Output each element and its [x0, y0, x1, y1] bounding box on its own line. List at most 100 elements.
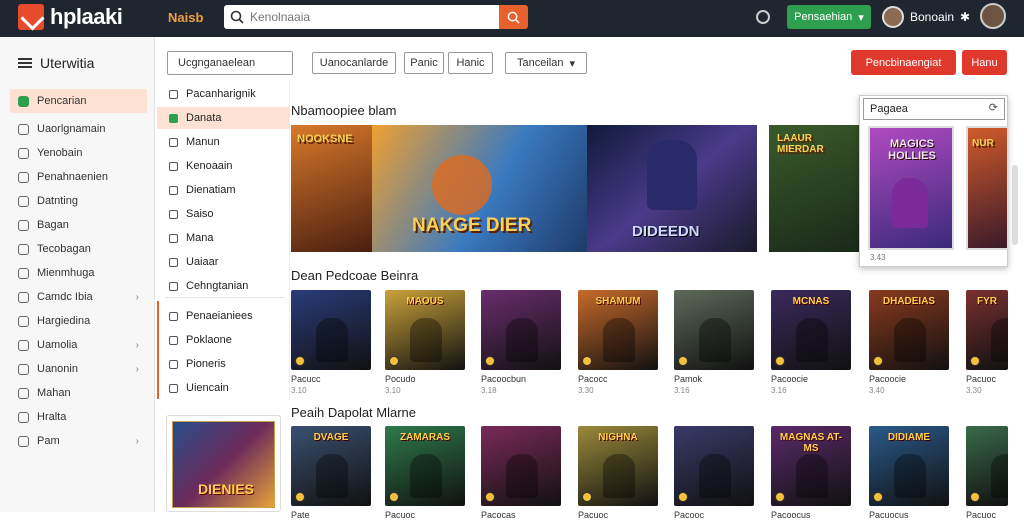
menu-item-4[interactable]: Kenoaain	[157, 155, 290, 177]
user-menu[interactable]: Bonoain ✱	[882, 6, 970, 28]
logo[interactable]: hplaaki	[18, 4, 123, 30]
sidebar-item-icon	[18, 243, 29, 255]
profile-avatar[interactable]	[980, 3, 1006, 29]
menu-item-2[interactable]: Danata	[157, 107, 290, 129]
sidebar-item-8[interactable]: Mienmhuga	[10, 261, 147, 285]
game-card[interactable]: ZAMARAS	[385, 426, 465, 506]
sidebar-item-1[interactable]: Pencarian	[10, 89, 147, 113]
search-input[interactable]	[250, 10, 480, 24]
menu-item-13[interactable]: Uiencain	[157, 377, 290, 399]
game-card[interactable]: NIGHNA	[578, 426, 658, 506]
game-card[interactable]	[966, 426, 1008, 506]
game-character	[699, 318, 731, 362]
menu-item-8[interactable]: Uaiaar	[157, 251, 290, 273]
menu-item-9[interactable]: Cehngtanian	[157, 275, 290, 297]
primary-action-button[interactable]: Pencbinaengiat	[851, 50, 956, 75]
game-card[interactable]: MAOUS	[385, 290, 465, 370]
game-card[interactable]: MCNAS	[771, 290, 851, 370]
promo-card[interactable]: DIENIES	[166, 415, 281, 512]
game-card-tag: ZAMARAS	[400, 432, 450, 443]
game-card-title[interactable]: Pacoocie	[869, 374, 906, 384]
search-box[interactable]	[224, 5, 499, 29]
sidebar-item-icon	[18, 387, 29, 399]
sidebar-item-9[interactable]: Camdc Ibia ›	[10, 285, 147, 309]
menu-item-10[interactable]: Penaeianiees	[157, 305, 290, 327]
search-icon	[507, 11, 520, 24]
menu-item-label: Penaeianiees	[186, 310, 253, 322]
game-badge-icon	[295, 492, 305, 502]
search-button[interactable]	[499, 5, 528, 29]
game-card-title[interactable]: Pacucc	[291, 374, 321, 384]
menu-item-icon	[169, 281, 178, 291]
game-card[interactable]: DIDIAME	[869, 426, 949, 506]
panel-card-2[interactable]: NUR	[966, 126, 1009, 250]
sidebar-item-3[interactable]: Yenobain	[10, 141, 147, 165]
sidebar-item-2[interactable]: Uaorlgnamain	[10, 117, 147, 141]
sidebar-item-14[interactable]: Hralta	[10, 405, 147, 429]
chevron-right-icon: ›	[135, 291, 139, 303]
menu-item-icon	[169, 137, 178, 147]
sidebar-header[interactable]: Uterwitia	[18, 55, 94, 71]
game-card[interactable]	[481, 426, 561, 506]
banner-3[interactable]: DIDEEDN	[587, 125, 757, 252]
game-card-title[interactable]: Pacoocbun	[481, 374, 526, 384]
sidebar-item-5[interactable]: Datnting	[10, 189, 147, 213]
game-card[interactable]: MAGNAS AT-MS	[771, 426, 851, 506]
filter-button-1[interactable]: Uanocanlarde	[312, 52, 396, 74]
game-card-title[interactable]: Pacoocie	[771, 374, 808, 384]
menu-item-11[interactable]: Poklaone	[157, 329, 290, 351]
game-card[interactable]: FYR	[966, 290, 1008, 370]
game-character	[506, 318, 538, 362]
sidebar-item-label: Uaorlgnamain	[37, 123, 106, 135]
menu-item-3[interactable]: Manun	[157, 131, 290, 153]
filter-button-2[interactable]: Panic	[404, 52, 444, 74]
sidebar-item-12[interactable]: Uanonin ›	[10, 357, 147, 381]
sidebar-item-15[interactable]: Pam ›	[10, 429, 147, 453]
game-card-title[interactable]: Pocudo	[385, 374, 416, 384]
sidebar-item-10[interactable]: Hargiedina	[10, 309, 147, 333]
menu-item-6[interactable]: Saiso	[157, 203, 290, 225]
avatar	[882, 6, 904, 28]
banner-4[interactable]: LAAUR MIERDAR	[769, 125, 859, 252]
menu-item-7[interactable]: Mana	[157, 227, 290, 249]
game-card[interactable]	[674, 290, 754, 370]
secondary-action-button[interactable]: Hanu	[962, 50, 1007, 75]
sidebar-item-label: Uanonin	[37, 363, 78, 375]
sort-dropdown[interactable]: Tanceilan ▾	[505, 52, 587, 74]
sidebar-item-icon	[18, 171, 29, 183]
banner-4-title: LAAUR MIERDAR	[777, 133, 824, 155]
game-card-title[interactable]: Pamok	[674, 374, 702, 384]
menu-item-5[interactable]: Dienatiam	[157, 179, 290, 201]
notification-icon[interactable]	[756, 10, 770, 24]
refresh-icon[interactable]: ⟳	[989, 101, 998, 114]
game-card[interactable]: DVAGE	[291, 426, 371, 506]
game-character	[796, 454, 828, 498]
banner-2[interactable]: NAKGE DIER	[372, 125, 587, 252]
game-card[interactable]	[674, 426, 754, 506]
game-card[interactable]: SHAMUM	[578, 290, 658, 370]
menu-item-label: Poklaone	[186, 334, 232, 346]
panel-card-1[interactable]: MAGICS HOLLIES	[868, 126, 954, 250]
scrollbar[interactable]	[1012, 165, 1018, 245]
top-link[interactable]: Naisb	[168, 10, 203, 25]
hamburger-icon[interactable]	[18, 58, 32, 68]
game-card[interactable]	[481, 290, 561, 370]
menu-item-12[interactable]: Pioneris	[157, 353, 290, 375]
game-card[interactable]: DHADEIAS	[869, 290, 949, 370]
menu-item-label: Danata	[186, 112, 222, 124]
panel-search-field[interactable]: Pagaea ⟳	[863, 98, 1005, 120]
sidebar-item-4[interactable]: Penahnaenien	[10, 165, 147, 189]
menu-item-1[interactable]: Pacanharignik	[157, 83, 290, 105]
sidebar-item-11[interactable]: Uamolia ›	[10, 333, 147, 357]
game-card-title[interactable]: Pacocc	[578, 374, 608, 384]
sidebar-item-13[interactable]: Mahan	[10, 381, 147, 405]
sidebar-item-6[interactable]: Bagan	[10, 213, 147, 237]
language-dropdown[interactable]: Pensaehian ▾	[787, 5, 871, 29]
filter-button-3[interactable]: Hanic	[448, 52, 493, 74]
banner-1[interactable]: NOOKSNE	[291, 125, 372, 252]
menu-item-label: Uiencain	[186, 382, 229, 394]
game-card[interactable]	[291, 290, 371, 370]
category-dropdown[interactable]: Ucgnganaelean	[167, 51, 293, 75]
game-card-title[interactable]: Pacuoc	[966, 374, 996, 384]
sidebar-item-7[interactable]: Tecobagan	[10, 237, 147, 261]
